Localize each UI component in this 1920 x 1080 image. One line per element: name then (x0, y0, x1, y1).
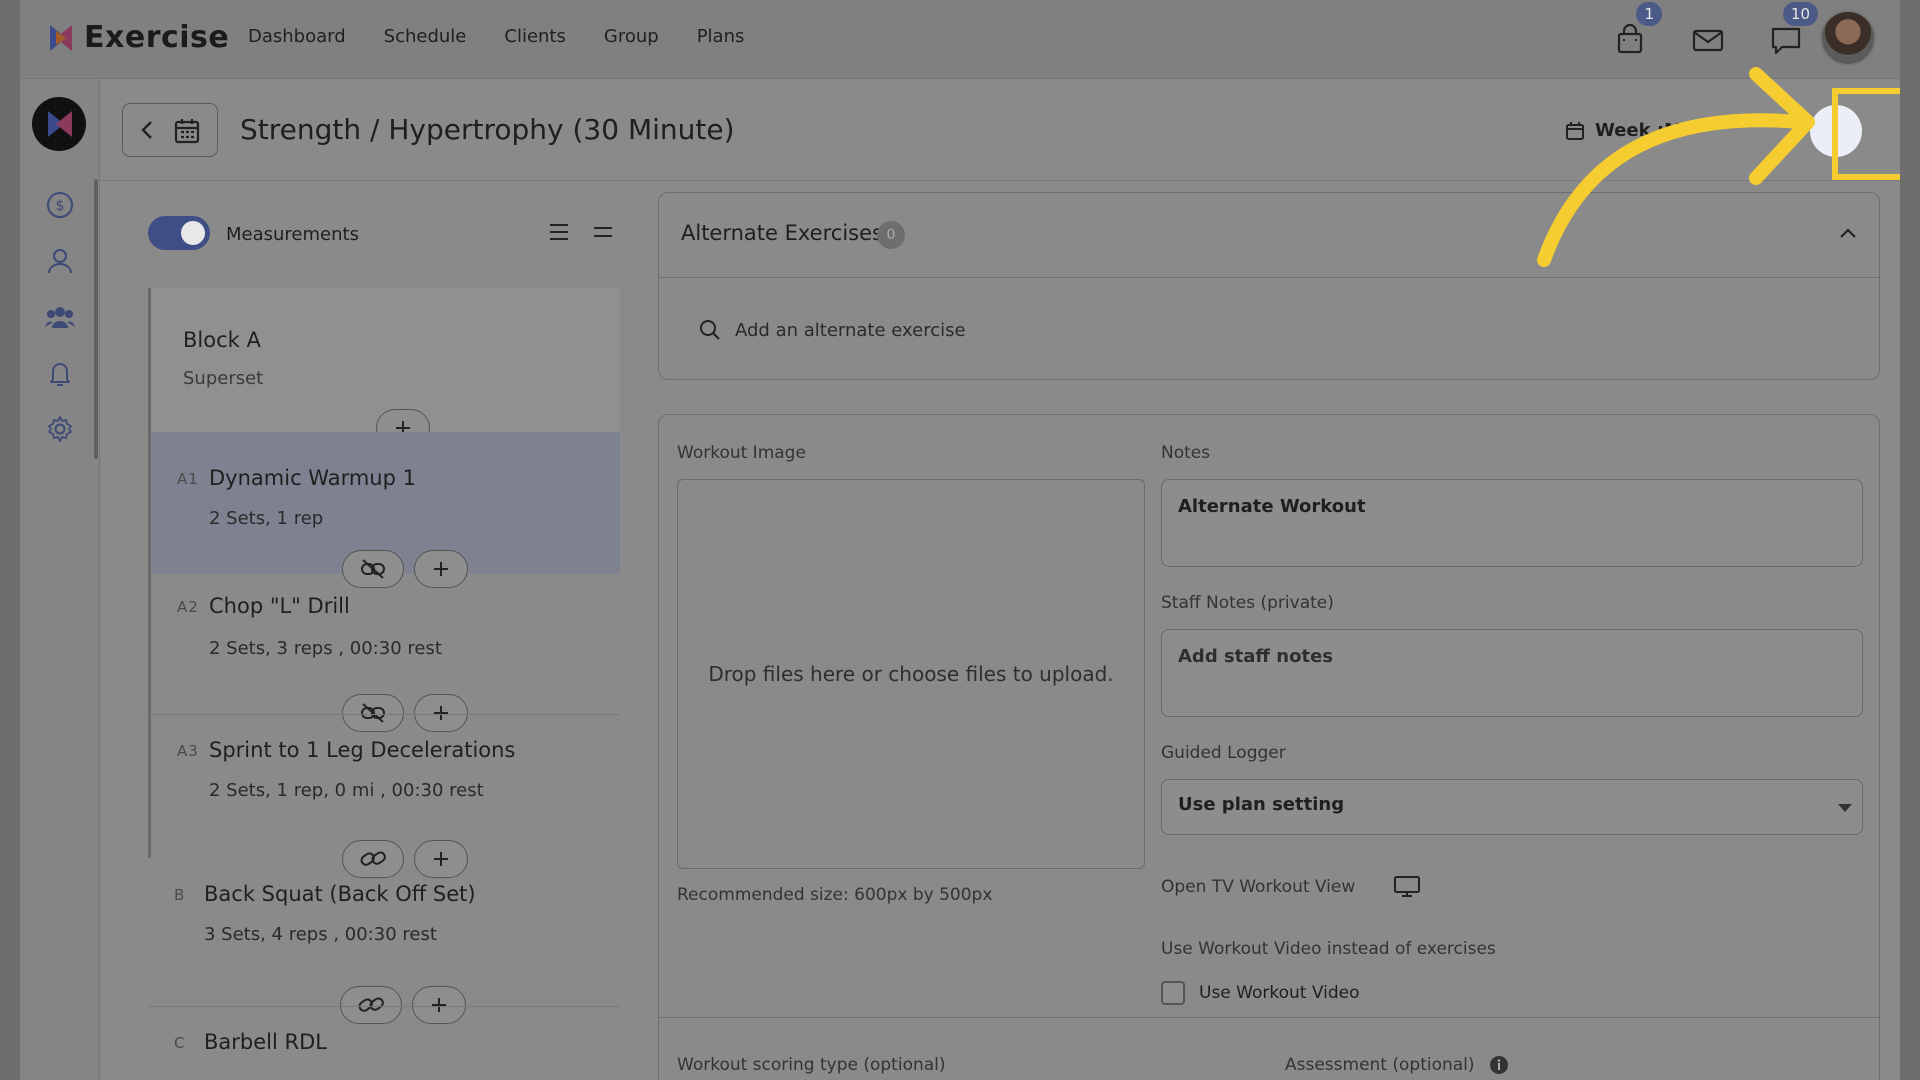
alternate-count-badge: 0 (877, 221, 905, 249)
cart-button[interactable]: 1 (1612, 2, 1662, 58)
exercise-code: A3 (177, 742, 199, 760)
workout-details-card: Workout Image Drop files here or choose … (658, 414, 1880, 1080)
gear-icon[interactable] (44, 413, 76, 445)
workout-image-dropzone[interactable]: Drop files here or choose files to uploa… (677, 479, 1145, 869)
alternate-search-placeholder: Add an alternate exercise (735, 319, 966, 341)
scoring-type-label: Workout scoring type (optional) (677, 1055, 946, 1075)
block-header[interactable]: Block A Superset (148, 288, 620, 432)
compact-view-icon[interactable] (592, 222, 614, 242)
logo-icon (48, 111, 72, 137)
exercise-code: A1 (177, 470, 199, 488)
guided-logger-select[interactable]: Use plan setting (1161, 779, 1863, 835)
nav-clients[interactable]: Clients (504, 26, 566, 47)
exercise-code: C (174, 1034, 186, 1052)
main-nav: Dashboard Schedule Clients Group Plans (248, 26, 744, 47)
nav-schedule[interactable]: Schedule (384, 26, 467, 47)
exercise-code: B (174, 886, 186, 904)
video-toggle-label: Use Workout Video instead of exercises (1161, 939, 1496, 959)
notes-field[interactable]: Alternate Workout (1161, 479, 1863, 567)
assessment-label: Assessment (optional) (1285, 1055, 1475, 1075)
sidebar: $ (20, 79, 100, 1080)
app-name: Exercise (84, 20, 230, 55)
mail-button[interactable] (1690, 22, 1726, 58)
measurements-label: Measurements (226, 224, 359, 245)
nav-plans[interactable]: Plans (697, 26, 745, 47)
logo-icon (50, 24, 72, 51)
users-icon[interactable] (44, 301, 76, 333)
chevron-left-icon (141, 121, 152, 139)
exercise-name: Chop "L" Drill (209, 594, 350, 618)
chat-icon (1771, 27, 1801, 55)
measurements-toggle[interactable] (148, 216, 210, 250)
exercise-meta: 3 Sets, 4 reps , 00:30 rest (204, 924, 437, 945)
list-item[interactable]: C Barbell RDL (148, 1008, 620, 1080)
block-subtitle: Superset (183, 368, 264, 389)
recommended-size-text: Recommended size: 600px by 500px (677, 885, 993, 905)
chevron-up-icon[interactable] (1839, 227, 1857, 239)
staff-notes-label: Staff Notes (private) (1161, 593, 1334, 613)
dropzone-text: Drop files here or choose files to uploa… (708, 662, 1114, 686)
svg-text:$: $ (56, 198, 65, 214)
app-logo[interactable]: Exercise (44, 20, 229, 55)
exercise-meta: 2 Sets, 1 rep, 0 mi , 00:30 rest (209, 780, 484, 801)
exercise-meta: 2 Sets, 1 rep (209, 508, 324, 529)
dollar-icon[interactable]: $ (44, 189, 76, 221)
user-avatar[interactable] (1820, 10, 1876, 66)
exercise-code: A2 (177, 598, 199, 616)
exercise-list-panel: Measurements Block A Superset A1 Dynamic… (100, 182, 640, 1080)
exercise-name: Sprint to 1 Leg Decelerations (209, 738, 516, 762)
search-icon (700, 320, 720, 340)
page-title: Strength / Hypertrophy (30 Minute) (240, 113, 735, 146)
info-icon[interactable] (1489, 1055, 1509, 1075)
tv-view-label: Open TV Workout View (1161, 877, 1356, 897)
use-workout-video-label: Use Workout Video (1199, 983, 1360, 1003)
staff-notes-field[interactable]: Add staff notes (1161, 629, 1863, 717)
cart-badge: 1 (1636, 2, 1662, 26)
shopping-bag-icon (1617, 23, 1643, 54)
guided-logger-label: Guided Logger (1161, 743, 1286, 763)
notes-label: Notes (1161, 443, 1211, 463)
app-window: Exercise Dashboard Schedule Clients Grou… (20, 0, 1900, 1080)
sidebar-logo[interactable] (32, 97, 86, 151)
guided-logger-value: Use plan setting (1178, 794, 1345, 815)
workout-image-label: Workout Image (677, 443, 806, 463)
divider (148, 1006, 620, 1007)
bell-icon[interactable] (44, 357, 76, 389)
block-title: Block A (183, 328, 261, 352)
alternate-exercises-title: Alternate Exercises (681, 221, 883, 245)
divider (659, 1017, 1879, 1018)
mail-icon (1692, 29, 1724, 52)
alternate-search-input[interactable]: Add an alternate exercise (699, 319, 966, 341)
exercise-meta: 2 Sets, 3 reps , 00:30 rest (209, 638, 442, 659)
monitor-icon[interactable] (1393, 875, 1421, 899)
back-calendar-button[interactable] (122, 103, 218, 157)
list-view-icon[interactable] (548, 222, 570, 242)
dropdown-caret-icon (1838, 804, 1852, 812)
divider (148, 714, 620, 715)
user-icon[interactable] (44, 245, 76, 277)
tutorial-arrow-icon (1537, 67, 1815, 267)
exercise-name: Barbell RDL (204, 1030, 327, 1054)
list-item[interactable]: A3 Sprint to 1 Leg Decelerations 2 Sets,… (148, 716, 620, 858)
exercise-name: Dynamic Warmup 1 (209, 466, 416, 490)
chat-badge: 10 (1782, 2, 1818, 26)
sidebar-scrollbar[interactable] (94, 179, 98, 459)
chat-button[interactable]: 10 (1768, 2, 1818, 58)
use-workout-video-checkbox[interactable] (1161, 981, 1185, 1005)
nav-group[interactable]: Group (604, 26, 659, 47)
exercise-name: Back Squat (Back Off Set) (204, 882, 476, 906)
list-item[interactable]: B Back Squat (Back Off Set) 3 Sets, 4 re… (148, 862, 620, 992)
tutorial-highlight-box (1832, 88, 1900, 180)
nav-dashboard[interactable]: Dashboard (248, 26, 346, 47)
calendar-icon (174, 119, 200, 144)
